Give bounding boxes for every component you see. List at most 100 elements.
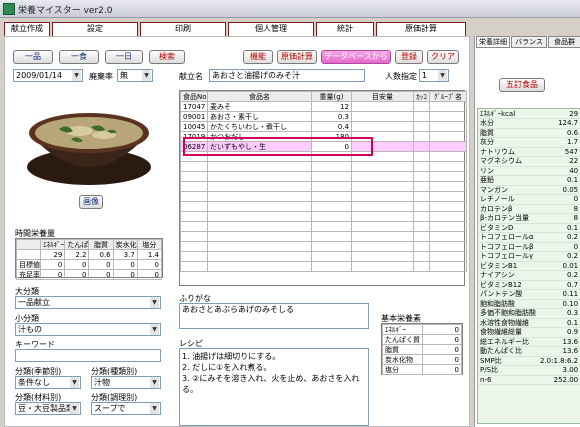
cell[interactable]: 09001 xyxy=(180,111,208,122)
col-header[interactable]: 目安量 xyxy=(351,91,414,102)
cell[interactable] xyxy=(413,101,430,112)
cell[interactable] xyxy=(429,111,467,122)
tab-eiyo-shosai[interactable]: 栄養詳細 xyxy=(476,36,510,48)
search-button[interactable]: 検索 xyxy=(149,50,185,64)
app-title: 栄養マイスター ver2.0 xyxy=(18,6,113,16)
cell[interactable]: 0.3 xyxy=(311,111,352,122)
cell: 充足率 xyxy=(15,269,42,280)
keyword-input[interactable] xyxy=(15,349,161,362)
tab-insatsu[interactable]: 印刷 xyxy=(140,22,226,36)
kisetsu-select[interactable]: 条件なし xyxy=(15,376,81,389)
tab-balance[interactable]: バランス xyxy=(511,36,547,48)
cell[interactable]: 10045 xyxy=(180,121,208,132)
cell[interactable] xyxy=(351,121,414,132)
nutrient-row: ビタミンB12 0.7 xyxy=(478,280,580,290)
col-header[interactable]: 食品No xyxy=(180,91,208,102)
nutrient-value: 252.00 xyxy=(538,375,580,385)
nutrient-row: トコフェロールγ 0.2 xyxy=(478,251,580,262)
nutrient-row: 多価不飽和脂肪酸 0.3 xyxy=(478,308,580,319)
table-row[interactable]: 10045 かたくちいわし・煮干し 0.4 xyxy=(180,121,467,132)
col-header[interactable]: 重量(g) xyxy=(311,91,352,102)
col-header[interactable]: 食品名 xyxy=(207,91,312,102)
cell[interactable] xyxy=(413,141,430,152)
cell[interactable] xyxy=(351,111,414,122)
image-button[interactable]: 画像 xyxy=(79,195,103,209)
shurui-select[interactable]: 汁物 xyxy=(91,376,161,389)
nutrient-value: 40 xyxy=(538,166,580,176)
food-grid: 食品No 食品名 重量(g) 目安量 ｶｯｺ ｸﾞﾙｰﾌﾟ名 17047 麦みそ 1… xyxy=(179,90,467,286)
kino-button[interactable]: 機能 xyxy=(243,50,273,64)
tab-genka[interactable]: 原価計算 xyxy=(376,22,466,36)
jikan-header: 塩分 xyxy=(136,239,163,250)
gotei-button[interactable]: 五訂食品 xyxy=(499,78,545,92)
cell[interactable] xyxy=(429,131,467,142)
cell: 3.7 xyxy=(112,249,138,260)
kondate-label: 献立名 xyxy=(179,72,203,81)
cell[interactable]: 17047 xyxy=(180,101,208,112)
nutrient-row: リン 40 xyxy=(478,166,580,176)
nutrient-value: 0.2 xyxy=(538,270,580,281)
cell[interactable] xyxy=(351,101,414,112)
tab-shokuhingun[interactable]: 食品群 xyxy=(548,36,580,48)
furigana-input[interactable]: あおさとあぶらあげのみそしる xyxy=(179,303,369,329)
recipe-textarea[interactable]: 1. 油揚げは細切りにする。 2. だしに①を入れ煮る。 3. ②にみそを溶き入… xyxy=(179,348,369,426)
cell[interactable] xyxy=(413,121,430,132)
kondate-input[interactable]: あおさと油揚げのみそ汁 xyxy=(209,69,365,82)
cell[interactable]: 0.4 xyxy=(311,121,352,132)
nutrient-value: 22 xyxy=(538,156,580,167)
cell[interactable]: 12 xyxy=(311,101,352,112)
genka-button[interactable]: 原価計算 xyxy=(277,50,317,64)
shobunrui-select[interactable]: 汁もの xyxy=(15,323,161,336)
nutrient-value: 124.7 xyxy=(538,118,580,129)
nutrient-row: 飽和脂肪酸 0.10 xyxy=(478,299,580,309)
cell: 0.6 xyxy=(88,249,114,260)
tab-settei[interactable]: 設定 xyxy=(52,22,138,36)
col-header[interactable]: ｸﾞﾙｰﾌﾟ名 xyxy=(429,91,467,102)
table-row[interactable]: 09001 あおさ・素干し 0.3 xyxy=(180,111,467,122)
tab-tokei[interactable]: 統計 xyxy=(316,22,374,36)
tab-kojin[interactable]: 個人管理 xyxy=(228,22,314,36)
zairyo-select[interactable]: 豆・大豆製品類 xyxy=(15,402,81,415)
ichihin-button[interactable]: 一品 xyxy=(13,50,53,64)
cell: 0 xyxy=(421,364,462,375)
col-header[interactable]: ｶｯｺ xyxy=(413,91,430,102)
ichinichi-button[interactable]: 一日 xyxy=(105,50,143,64)
nutrient-row: 亜鉛 0.1 xyxy=(478,175,580,186)
date-field[interactable]: 2009/01/14 xyxy=(13,69,83,82)
nutrient-name: トコフェロールα xyxy=(478,232,538,243)
nutrient-value: 0.3 xyxy=(538,308,580,319)
cell[interactable]: 麦みそ xyxy=(207,101,312,112)
chori-select[interactable]: スープで xyxy=(91,402,161,415)
nutrient-value: 0.05 xyxy=(538,185,580,195)
ninzu-select[interactable]: 1 xyxy=(419,69,449,82)
table-row: 29 2.2 0.6 3.7 1.4 xyxy=(15,249,163,260)
nutrient-name: トコフェロールγ xyxy=(478,251,538,262)
daibunrui-select[interactable]: 一品献立 xyxy=(15,296,161,309)
clear-button[interactable]: クリア xyxy=(427,50,459,64)
nutrient-row: 水溶性食物繊維 0.1 xyxy=(478,318,580,328)
cell[interactable]: かたくちいわし・煮干し xyxy=(207,121,312,132)
nutrition-panel: 栄養詳細 バランス 食品群 五訂食品 ｴﾈﾙｷﾞｰkcal 29 水分 124.7 脂質… xyxy=(474,36,580,427)
cell[interactable] xyxy=(413,111,430,122)
table-row[interactable]: 17047 麦みそ 12 xyxy=(180,101,467,112)
cell: 1.4 xyxy=(136,249,163,260)
nutrient-row: 動たんぱく比 13.6 xyxy=(478,346,580,357)
delete-db-button[interactable]: データベースから削除 xyxy=(321,50,391,73)
cell[interactable] xyxy=(413,131,430,142)
nutrient-name: ビタミンD xyxy=(478,223,538,233)
cell[interactable] xyxy=(429,121,467,132)
cell[interactable] xyxy=(429,141,467,152)
haiki-label: 廃棄率 xyxy=(89,72,113,81)
tab-kondate[interactable]: 献立作成 xyxy=(4,22,50,36)
cell[interactable]: あおさ・素干し xyxy=(207,111,312,122)
nutrient-name: 動たんぱく比 xyxy=(478,346,538,357)
haiki-select[interactable]: 無 xyxy=(117,69,153,82)
kondate-panel: 一品 一食 一日 検索 機能 原価計算 データベースから削除 登録 クリア 20… xyxy=(4,36,470,427)
nutrient-name: 亜鉛 xyxy=(478,175,538,186)
nutrient-name: 脂質 xyxy=(478,128,538,138)
cell: 0 xyxy=(64,269,90,280)
cell[interactable] xyxy=(429,101,467,112)
register-button[interactable]: 登録 xyxy=(395,50,423,64)
ichishoku-button[interactable]: 一食 xyxy=(59,50,99,64)
nutrient-name: 水溶性食物繊維 xyxy=(478,318,538,328)
